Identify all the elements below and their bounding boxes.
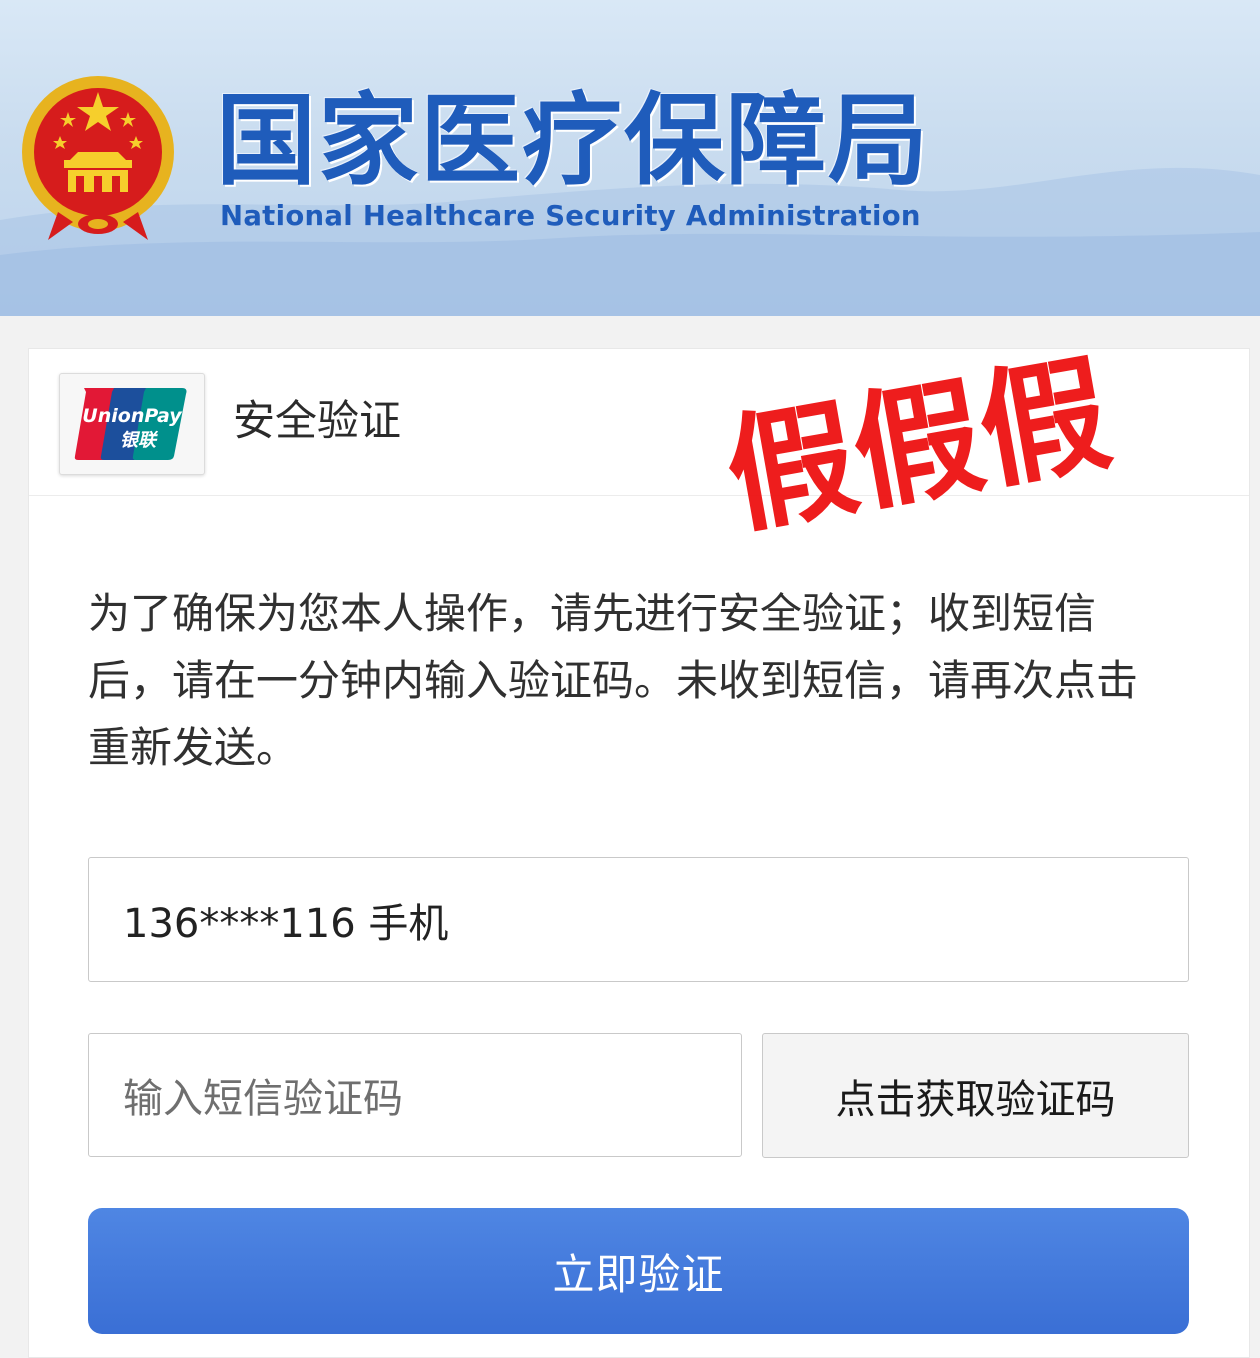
sms-code-input[interactable]: 输入短信验证码 <box>88 1033 742 1157</box>
svg-text:银联: 银联 <box>120 430 159 451</box>
site-header: 国家医疗保障局 National Healthcare Security Adm… <box>0 0 1260 316</box>
verify-now-button[interactable]: 立即验证 <box>88 1208 1189 1334</box>
card-header: UnionPay 银联 安全验证 <box>29 349 1249 496</box>
phone-number-field[interactable]: 136****116 手机 <box>88 857 1189 982</box>
verification-card: UnionPay 银联 安全验证 <box>28 348 1250 1358</box>
instruction-text: 为了确保为您本人操作，请先进行安全验证；收到短信后，请在一分钟内输入验证码。未收… <box>88 589 1139 772</box>
sms-code-placeholder: 输入短信验证码 <box>123 1076 403 1122</box>
card-title: 安全验证 <box>233 396 402 445</box>
phone-number-value: 136****116 手机 <box>123 900 449 947</box>
get-code-button[interactable]: 点击获取验证码 <box>762 1033 1189 1158</box>
agency-title-en: National Healthcare Security Administrat… <box>220 200 921 232</box>
svg-text:UnionPay: UnionPay <box>82 405 183 427</box>
agency-title-cn: 国家医疗保障局 <box>216 81 930 199</box>
national-emblem-icon <box>18 72 178 242</box>
unionpay-logo-icon: UnionPay 银联 <box>59 373 205 475</box>
